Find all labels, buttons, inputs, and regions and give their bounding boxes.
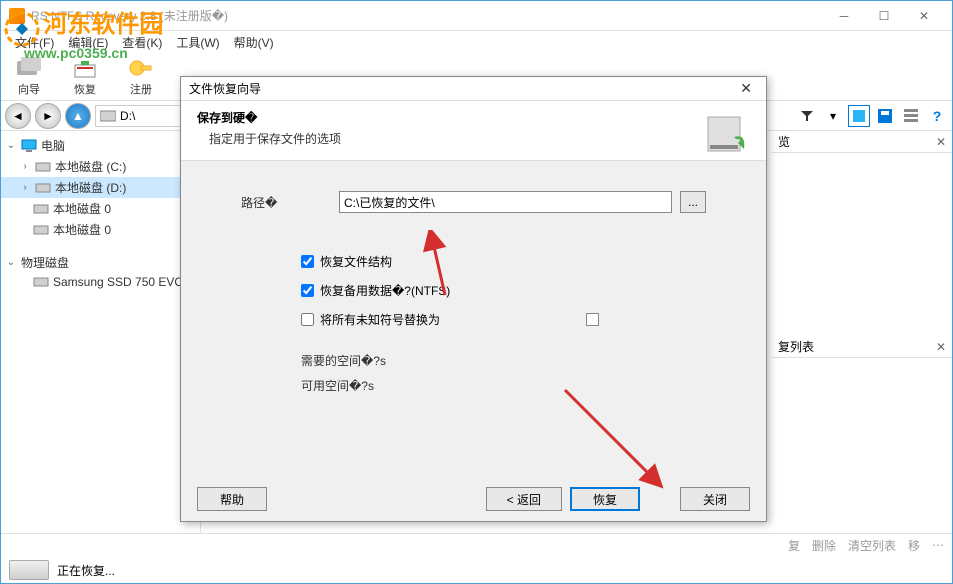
chevron-right-icon[interactable]: › [19,182,31,193]
drive-icon [33,223,49,237]
list-icon[interactable] [900,105,922,127]
recovery-list-close-icon[interactable]: ✕ [936,340,946,354]
status-recover[interactable]: 复 [788,537,800,554]
preview-close-icon[interactable]: ✕ [936,135,946,149]
window-controls: ─ ☐ ✕ [824,2,944,30]
back-button[interactable]: < 返回 [486,487,562,511]
space-avail-label: 可用空间�?s [301,377,706,394]
status-dots[interactable]: ⋯ [932,538,944,552]
nav-up-button[interactable]: ▲ [65,103,91,129]
replace-char-input[interactable] [586,313,599,326]
drive-icon [35,160,51,174]
help-button[interactable]: 帮助 [197,487,267,511]
status-delete[interactable]: 删除 [812,537,836,554]
computer-icon [21,139,37,153]
chevron-right-icon[interactable]: › [19,161,31,172]
recovery-list-label: 复列表 [778,338,814,355]
menu-edit[interactable]: 编辑(E) [62,32,114,53]
dialog-header-subtitle: 指定用于保存文件的选项 [197,130,702,147]
dialog-close-icon[interactable]: ✕ [734,80,758,97]
menu-tools[interactable]: 工具(W) [170,32,225,53]
drive-icon [100,110,116,122]
path-input[interactable] [339,191,672,213]
drive-icon [35,181,51,195]
tree-disk-0b[interactable]: 本地磁盘 0 [1,219,200,240]
recovery-list-panel: 复列表 ✕ [772,336,952,358]
tree-disk-0b-label: 本地磁盘 0 [53,221,111,238]
help-icon[interactable]: ? [926,105,948,127]
dropdown-icon[interactable]: ▾ [822,105,844,127]
sidebar-tree: ⌄ 电脑 › 本地磁盘 (C:) › 本地磁盘 (D:) 本地磁盘 0 本地磁盘… [1,131,201,533]
status-clear[interactable]: 清空列表 [848,537,896,554]
drive-icon [33,202,49,216]
preview-panel: 览 ✕ [772,131,952,153]
replace-label: 将所有未知符号替换为 [320,311,440,328]
backup-checkbox[interactable] [301,284,314,297]
tree-physical[interactable]: ⌄ 物理磁盘 [1,252,200,273]
status-drive-icon [9,560,49,580]
tree-disk-0a[interactable]: 本地磁盘 0 [1,198,200,219]
dialog-header-title: 保存到硬� [197,109,702,126]
save-icon[interactable] [874,105,896,127]
register-icon [127,57,155,79]
browse-button[interactable]: ... [680,191,706,213]
wizard-button[interactable]: 向导 [9,55,49,99]
path-label: 路径� [241,194,331,211]
maximize-button[interactable]: ☐ [864,2,904,30]
drive-icon [33,275,49,289]
dialog-header: 保存到硬� 指定用于保存文件的选项 [181,101,766,161]
tree-disk-c[interactable]: › 本地磁盘 (C:) [1,156,200,177]
recover-button[interactable]: 恢复 [65,55,105,99]
dialog-titlebar: 文件恢复向导 ✕ [181,77,766,101]
menubar: 文件(F) 编辑(E) 查看(K) 工具(W) 帮助(V) [1,31,952,53]
tree-disk-d-label: 本地磁盘 (D:) [55,179,126,196]
tree-computer[interactable]: ⌄ 电脑 [1,135,200,156]
window-title: RS NTFS Recovery 2.8 (未注册版�) [31,7,824,24]
tree-disk-0a-label: 本地磁盘 0 [53,200,111,217]
recover-label: 恢复 [74,81,96,97]
recover-next-button[interactable]: 恢复 [570,487,640,511]
dialog-footer: 帮助 < 返回 恢复 关闭 [181,487,766,511]
status-recovering: 正在恢复... [57,562,115,579]
tree-computer-label: 电脑 [41,137,65,154]
status-folder[interactable]: 移 [908,537,920,554]
tree-ssd[interactable]: Samsung SSD 750 EVO [1,273,200,291]
structure-checkbox[interactable] [301,255,314,268]
structure-label: 恢复文件结构 [320,253,392,270]
dialog-body: 路径� ... 恢复文件结构 恢复备用数据�?(NTFS) 将所有未知符号替换为… [181,161,766,412]
preview-label: 览 [778,133,790,150]
close-button[interactable]: 关闭 [680,487,750,511]
tree-physical-label: 物理磁盘 [21,254,69,271]
close-button[interactable]: ✕ [904,2,944,30]
app-icon [9,8,25,24]
filter-icon[interactable] [796,105,818,127]
view-icon[interactable] [848,105,870,127]
chevron-down-icon[interactable]: ⌄ [5,140,17,151]
tree-ssd-label: Samsung SSD 750 EVO [53,275,184,289]
statusbar: 复 删除 清空列表 移 ⋯ 正在恢复... [1,533,952,583]
backup-label: 恢复备用数据�?(NTFS) [320,282,450,299]
wizard-label: 向导 [18,81,40,97]
tree-disk-c-label: 本地磁盘 (C:) [55,158,126,175]
titlebar: RS NTFS Recovery 2.8 (未注册版�) ─ ☐ ✕ [1,1,952,31]
chevron-down-icon[interactable]: ⌄ [5,257,17,268]
dialog-title: 文件恢复向导 [189,80,261,97]
recover-icon [71,57,99,79]
menu-file[interactable]: 文件(F) [9,32,60,53]
menu-view[interactable]: 查看(K) [116,32,168,53]
save-to-disk-icon [702,109,750,157]
minimize-button[interactable]: ─ [824,2,864,30]
wizard-icon [15,57,43,79]
menu-help[interactable]: 帮助(V) [228,32,280,53]
path-text: D:\ [120,109,135,123]
register-label: 注册 [130,81,152,97]
space-needed-label: 需要的空间�?s [301,352,706,369]
tree-disk-d[interactable]: › 本地磁盘 (D:) [1,177,200,198]
register-button[interactable]: 注册 [121,55,161,99]
nav-back-button[interactable]: ◄ [5,103,31,129]
nav-forward-button[interactable]: ► [35,103,61,129]
recovery-wizard-dialog: 文件恢复向导 ✕ 保存到硬� 指定用于保存文件的选项 路径� ... 恢复文件结… [180,76,767,522]
replace-checkbox[interactable] [301,313,314,326]
